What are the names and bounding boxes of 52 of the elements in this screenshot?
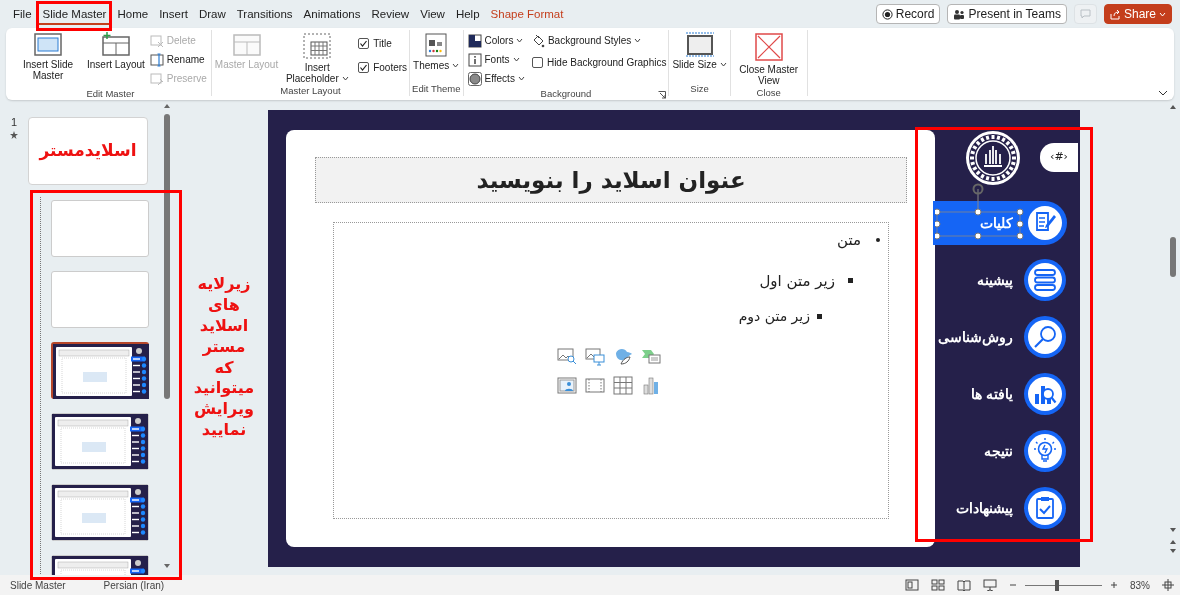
bullet-text: متن <box>837 230 861 251</box>
ribbon-button[interactable]: Insert Layout <box>86 31 146 71</box>
ribbon-tab[interactable]: Transitions <box>231 3 298 25</box>
ribbon-button[interactable]: Insert Slide Master <box>12 31 84 82</box>
ribbon-tab[interactable]: Draw <box>193 3 231 25</box>
checkbox-label[interactable]: Title <box>373 35 392 51</box>
group-label: Background <box>540 87 592 102</box>
group-label: Edit Master <box>86 87 135 102</box>
status-text: Slide Master <box>10 578 66 593</box>
ribbon-tab[interactable]: Slide Master <box>37 3 112 25</box>
nav-label: کلیات <box>980 213 1013 233</box>
ribbon-tab[interactable]: Insert <box>154 3 193 25</box>
group-label: Edit Theme <box>412 82 461 97</box>
ribbon-tab[interactable]: File <box>8 3 37 25</box>
ribbon-button[interactable]: Slide Size <box>671 31 728 71</box>
ribbon-tab[interactable]: Review <box>366 3 415 25</box>
ribbon-tab[interactable]: View <box>415 3 450 25</box>
slide-thumbnail[interactable]: اسلایدمستر <box>28 117 148 185</box>
ribbon-tab[interactable]: Shape Format <box>485 3 569 25</box>
annotation-text: زیرلایه های اسلاید مستر که میتوانید ویرایش نمایید <box>192 274 256 441</box>
ribbon-button[interactable]: Insert Placeholder <box>281 31 354 85</box>
checkbox-label[interactable]: Hide Background Graphics <box>546 54 667 70</box>
content-placeholder[interactable]: متن زیر متن اول زیر متن دوم <box>333 222 889 519</box>
title-placeholder[interactable]: عنوان اسلاید را بنویسید <box>315 157 907 203</box>
ribbon-button[interactable]: Fonts <box>465 50 527 69</box>
ribbon-button[interactable]: Effects <box>465 69 527 88</box>
share-button[interactable]: Share <box>1103 4 1172 24</box>
group-label: Size <box>690 82 709 97</box>
ribbon-button[interactable]: Close Master View <box>732 31 805 87</box>
bullet-text: زیر متن اول <box>759 270 835 292</box>
bullet-text: زیر متن دوم <box>738 307 810 327</box>
nav-label: پیشنهادات <box>956 498 1013 519</box>
zoom-level[interactable]: 83% <box>1130 577 1150 593</box>
ribbon-tab[interactable]: Home <box>112 3 154 25</box>
ribbon-tab[interactable]: Animations <box>298 3 366 25</box>
page-number[interactable]: ‹#› <box>1040 143 1078 172</box>
status-text: Persian (Iran) <box>103 578 165 593</box>
present-button[interactable]: Present in Teams <box>947 4 1067 24</box>
checkbox-label[interactable]: Footers <box>373 59 408 75</box>
ribbon-tab[interactable]: Help <box>450 3 485 25</box>
ribbon-button[interactable]: Themes <box>412 31 460 72</box>
ribbon-button[interactable]: Colors <box>465 31 527 50</box>
ribbon-button[interactable]: Background Styles <box>528 31 667 50</box>
nav-label: پیشینه <box>977 270 1013 291</box>
nav-label: یافته ها <box>971 384 1013 404</box>
ribbon-button[interactable]: Rename <box>147 50 209 69</box>
record-button[interactable]: Record <box>875 4 941 24</box>
nav-label: نتیجه <box>984 441 1013 461</box>
group-label: Master Layout <box>280 84 341 99</box>
nav-label: روش‌شناسی <box>938 327 1013 348</box>
group-label: Close <box>756 86 781 101</box>
slide-number: 1 <box>10 115 18 130</box>
